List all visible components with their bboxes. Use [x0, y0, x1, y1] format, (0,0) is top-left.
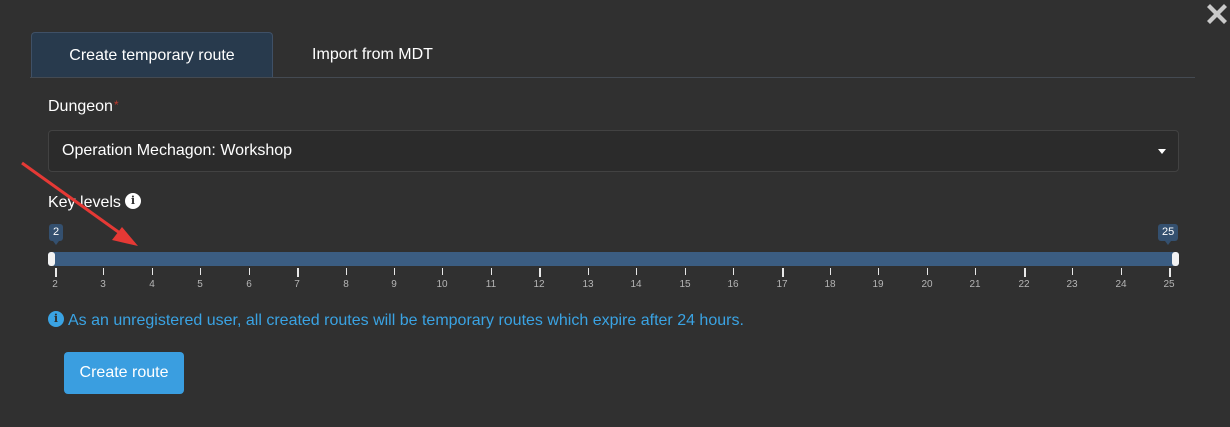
slider-tick — [152, 268, 153, 275]
slider-tick — [685, 268, 686, 275]
dungeon-label-text: Dungeon — [48, 98, 113, 115]
slider-tick-label: 12 — [533, 279, 545, 290]
slider-tick — [830, 268, 831, 275]
slider-tick — [975, 268, 976, 275]
slider-tick-label: 24 — [1115, 279, 1127, 290]
slider-tick — [394, 268, 395, 275]
tab-create-temporary-route[interactable]: Create temporary route — [31, 32, 273, 77]
slider-tick-label: 14 — [630, 279, 642, 290]
slider-track[interactable] — [48, 252, 1179, 266]
slider-tick-label: 20 — [921, 279, 933, 290]
close-icon[interactable] — [1204, 0, 1230, 26]
slider-min-value-bubble: 2 — [49, 224, 64, 245]
key-levels-range-slider[interactable]: 2 25 2 3 4 5 6 7 8 9 10 11 12 13 14 15 16 17 18 19 20 21 22 2… — [48, 222, 1182, 294]
slider-tick-label: 11 — [485, 279, 497, 290]
slider-tick — [1121, 268, 1122, 275]
slider-tick-label: 3 — [100, 279, 106, 290]
slider-tick-label: 9 — [391, 279, 397, 290]
slider-tick — [539, 268, 541, 277]
unregistered-user-notice: i As an unregistered user, all created ro… — [48, 311, 744, 330]
dungeon-select-value: Operation Mechagon: Workshop — [62, 142, 293, 159]
tab-import-from-mdt[interactable]: Import from MDT — [273, 32, 472, 77]
slider-tick-label: 23 — [1066, 279, 1078, 290]
slider-tick-label: 25 — [1163, 279, 1175, 290]
create-route-modal: Create temporary route Import from MDT D… — [0, 0, 1230, 427]
slider-tick-label: 19 — [872, 279, 884, 290]
slider-tick — [1072, 268, 1073, 275]
slider-tick — [297, 268, 299, 277]
slider-tick — [1024, 268, 1026, 277]
slider-tick — [491, 268, 492, 275]
dungeon-label: Dungeon* — [48, 98, 119, 116]
info-circle-icon: i — [48, 311, 64, 328]
slider-tick-label: 2 — [52, 279, 58, 290]
slider-tick — [782, 268, 784, 277]
slider-tick-label: 21 — [969, 279, 981, 290]
slider-tick — [346, 268, 347, 275]
slider-tick — [733, 268, 734, 275]
dungeon-select[interactable]: Operation Mechagon: Workshop — [48, 130, 1179, 172]
key-levels-label-text: Key levels — [48, 194, 121, 211]
slider-tick-label: 17 — [776, 279, 788, 290]
slider-tick-label: 15 — [679, 279, 691, 290]
slider-tick-label: 7 — [294, 279, 300, 290]
slider-tick — [103, 268, 104, 275]
slider-tick-label: 8 — [343, 279, 349, 290]
slider-tick — [636, 268, 637, 275]
required-mark: * — [113, 98, 119, 112]
slider-handle-max[interactable] — [1172, 252, 1179, 266]
tab-bar: Create temporary route Import from MDT — [30, 32, 1195, 78]
slider-tick — [927, 268, 928, 275]
slider-tick-label: 4 — [149, 279, 155, 290]
key-levels-label: Key levels i — [48, 193, 141, 212]
slider-tick-label: 16 — [727, 279, 739, 290]
slider-tick — [442, 268, 443, 275]
info-icon[interactable]: i — [124, 193, 141, 210]
slider-tick-label: 22 — [1018, 279, 1030, 290]
slider-tick-label: 10 — [436, 279, 448, 290]
slider-tick — [1169, 268, 1171, 277]
slider-tick — [55, 268, 57, 277]
slider-tick-label: 5 — [197, 279, 203, 290]
slider-tick-label: 6 — [246, 279, 252, 290]
slider-max-value-bubble: 25 — [1158, 224, 1179, 245]
create-route-button[interactable]: Create route — [64, 352, 184, 394]
slider-tick — [878, 268, 879, 275]
slider-tick-label: 18 — [824, 279, 836, 290]
slider-tick-label: 13 — [582, 279, 594, 290]
notice-text: As an unregistered user, all created rou… — [68, 312, 744, 329]
slider-tick — [588, 268, 589, 275]
caret-down-icon — [1158, 149, 1166, 154]
slider-handle-min[interactable] — [48, 252, 55, 266]
slider-tick — [249, 268, 250, 275]
slider-tick — [200, 268, 201, 275]
